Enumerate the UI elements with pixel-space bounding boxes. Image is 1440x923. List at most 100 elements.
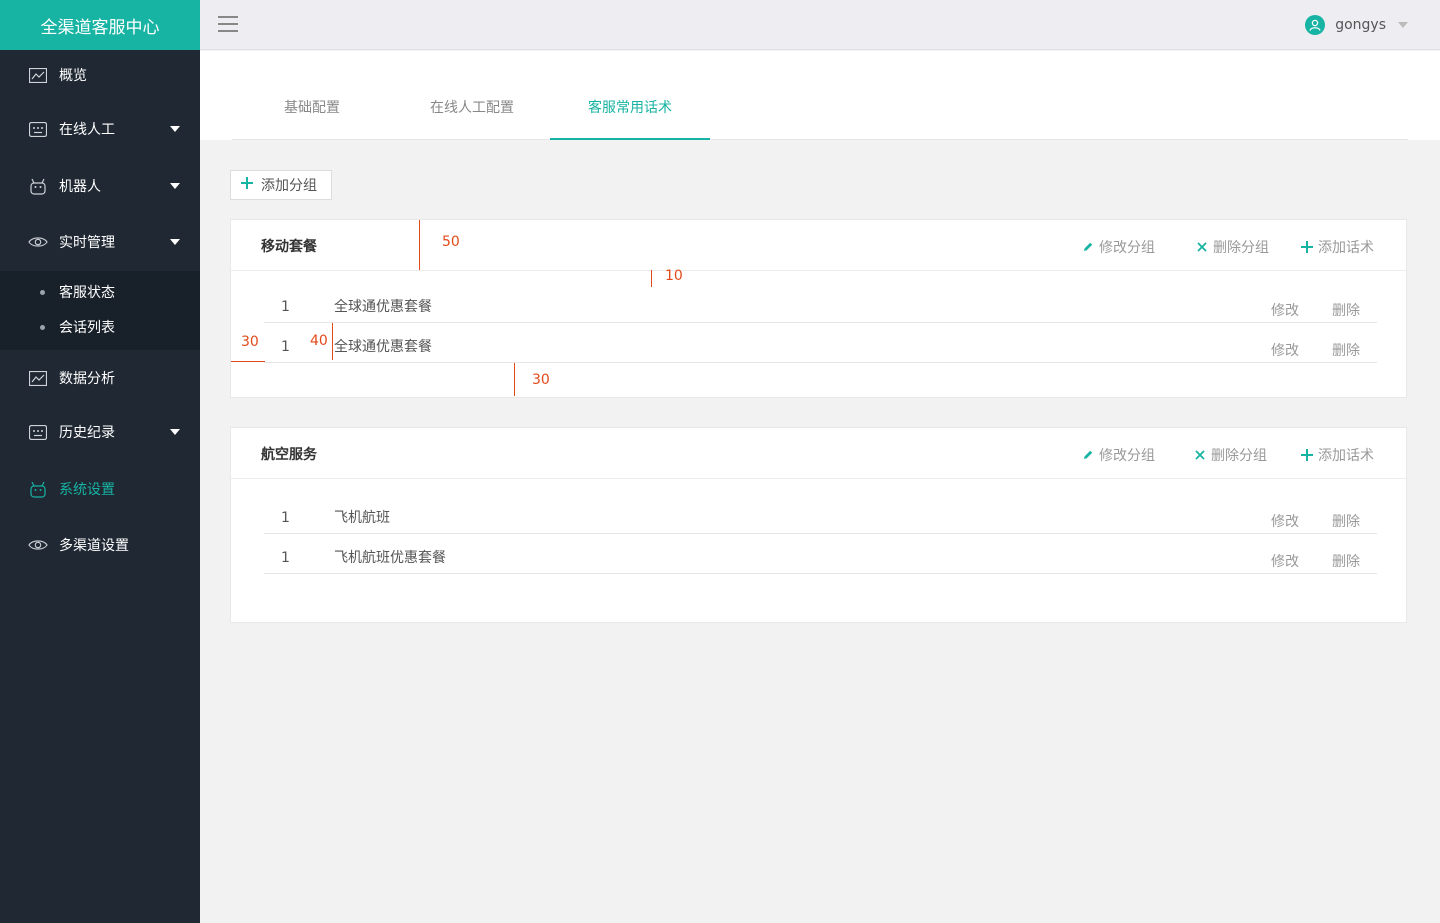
table-row: 1 飞机航班优惠套餐 修改 删除 [264,534,1377,574]
group-header: 航空服务 修改分组 删除分组 添加话术 [231,428,1406,479]
add-phrase-button[interactable]: 添加话术 [1301,445,1374,465]
delete-group-button[interactable]: 删除分组 [1196,237,1269,257]
annotation-50: 50 [442,234,460,250]
add-phrase-button[interactable]: 添加话术 [1301,237,1374,257]
tab-basic-config[interactable]: 基础配置 [282,97,342,119]
sidebar: 全渠道客服中心 概览 在线人工 机器人 实时管理 客服状态 会话列表 数据分析 … [0,0,200,923]
sidebar-item-label: 概览 [59,68,87,84]
edit-phrase-link[interactable]: 修改 [1271,300,1299,320]
edit-phrase-link[interactable]: 修改 [1271,340,1299,360]
delete-phrase-link[interactable]: 删除 [1332,300,1360,320]
line-chart-icon [28,66,48,84]
chevron-down-icon [170,126,180,132]
annotation-30-bottom: 30 [532,372,550,388]
sidebar-item-label: 系统设置 [59,482,115,498]
delete-group-button[interactable]: 删除分组 [1194,445,1267,465]
bullet-icon [40,289,45,295]
group-title: 航空服务 [261,447,317,463]
annotation-line-30-left [231,361,265,362]
edit-group-label: 修改分组 [1099,448,1155,464]
bullet-icon [40,324,45,330]
row-number: 1 [281,339,290,355]
edit-phrase-link[interactable]: 修改 [1271,511,1299,531]
delete-group-label: 删除分组 [1211,448,1267,464]
table-row: 1 全球通优惠套餐 修改 删除 [264,323,1377,363]
delete-phrase-link[interactable]: 删除 [1332,511,1360,531]
line-chart-icon [28,369,48,387]
submenu-item-label: 客服状态 [59,285,115,301]
row-number: 1 [281,550,290,566]
sidebar-item-history[interactable]: 历史纪录 [0,412,200,452]
sidebar-item-label: 机器人 [59,179,101,195]
row-number: 1 [281,299,290,315]
phrase-text: 飞机航班优惠套餐 [334,550,446,566]
robot-icon [28,177,48,195]
sidebar-item-overview[interactable]: 概览 [0,55,200,95]
plus-icon [241,177,253,193]
user-avatar-icon [1305,15,1326,35]
sidebar-item-label: 数据分析 [59,371,115,387]
delete-phrase-link[interactable]: 删除 [1332,551,1360,571]
tabs-panel [200,51,1440,140]
sidebar-item-label: 在线人工 [59,122,115,138]
edit-phrase-link[interactable]: 修改 [1271,551,1299,571]
phrase-text: 全球通优惠套餐 [334,299,432,315]
user-menu[interactable]: gongys [1305,13,1408,37]
chevron-down-icon [170,239,180,245]
user-name: gongys [1335,17,1386,33]
group-title: 移动套餐 [261,239,317,255]
tab-common-phrases[interactable]: 客服常用话术 [586,97,674,119]
sidebar-item-online-agent[interactable]: 在线人工 [0,109,200,149]
delete-phrase-link[interactable]: 删除 [1332,340,1360,360]
sidebar-item-label: 多渠道设置 [59,538,129,554]
annotation-10: 10 [665,268,683,284]
submenu-item-session-list[interactable]: 会话列表 [0,312,200,342]
add-group-label: 添加分组 [261,178,317,194]
phrase-text: 飞机航班 [334,510,390,526]
sidebar-item-realtime[interactable]: 实时管理 [0,222,200,262]
group-header: 移动套餐 修改分组 删除分组 添加话术 [231,220,1406,271]
plus-icon [1301,241,1313,253]
annotation-line-30-bottom [514,363,515,396]
phrase-text: 全球通优惠套餐 [334,339,432,355]
annotation-line-40 [332,323,333,360]
annotation-40: 40 [310,333,328,349]
sidebar-item-system-settings[interactable]: 系统设置 [0,469,200,509]
row-number: 1 [281,510,290,526]
close-icon [1197,242,1207,252]
robot-icon [28,480,48,498]
edit-group-button[interactable]: 修改分组 [1082,445,1155,465]
group-card: 移动套餐 修改分组 删除分组 添加话术 1 全球通优惠套餐 修改 删除 1 全球… [230,219,1407,398]
chevron-down-icon [170,429,180,435]
eye-icon [28,233,48,251]
tab-online-agent-config[interactable]: 在线人工配置 [428,97,516,119]
realtime-submenu: 客服状态 会话列表 [0,271,200,350]
plus-icon [1301,449,1313,461]
keyboard-icon [28,423,48,441]
pencil-icon [1084,450,1093,459]
sidebar-item-data-analysis[interactable]: 数据分析 [0,358,200,398]
eye-icon [28,536,48,554]
add-group-button[interactable]: 添加分组 [230,170,332,200]
annotation-line-10 [651,270,652,287]
sidebar-item-label: 历史纪录 [59,425,115,441]
add-phrase-label: 添加话术 [1318,240,1374,256]
keyboard-icon [28,120,48,138]
top-header: gongys [200,0,1440,50]
add-phrase-label: 添加话术 [1318,448,1374,464]
close-icon [1195,450,1205,460]
chevron-down-icon [1398,22,1408,28]
submenu-item-agent-status[interactable]: 客服状态 [0,277,200,307]
sidebar-item-robot[interactable]: 机器人 [0,166,200,206]
app-title: 全渠道客服中心 [0,0,200,50]
active-tab-indicator [550,138,710,140]
annotation-line-50 [419,220,420,270]
sidebar-item-label: 实时管理 [59,235,115,251]
submenu-item-label: 会话列表 [59,320,115,336]
sidebar-item-multichannel[interactable]: 多渠道设置 [0,525,200,565]
menu-toggle-icon[interactable] [218,16,238,34]
pencil-icon [1084,242,1093,251]
edit-group-button[interactable]: 修改分组 [1082,237,1155,257]
annotation-30-left: 30 [241,334,259,350]
group-card: 航空服务 修改分组 删除分组 添加话术 1 飞机航班 修改 删除 1 飞机航班优… [230,427,1407,623]
